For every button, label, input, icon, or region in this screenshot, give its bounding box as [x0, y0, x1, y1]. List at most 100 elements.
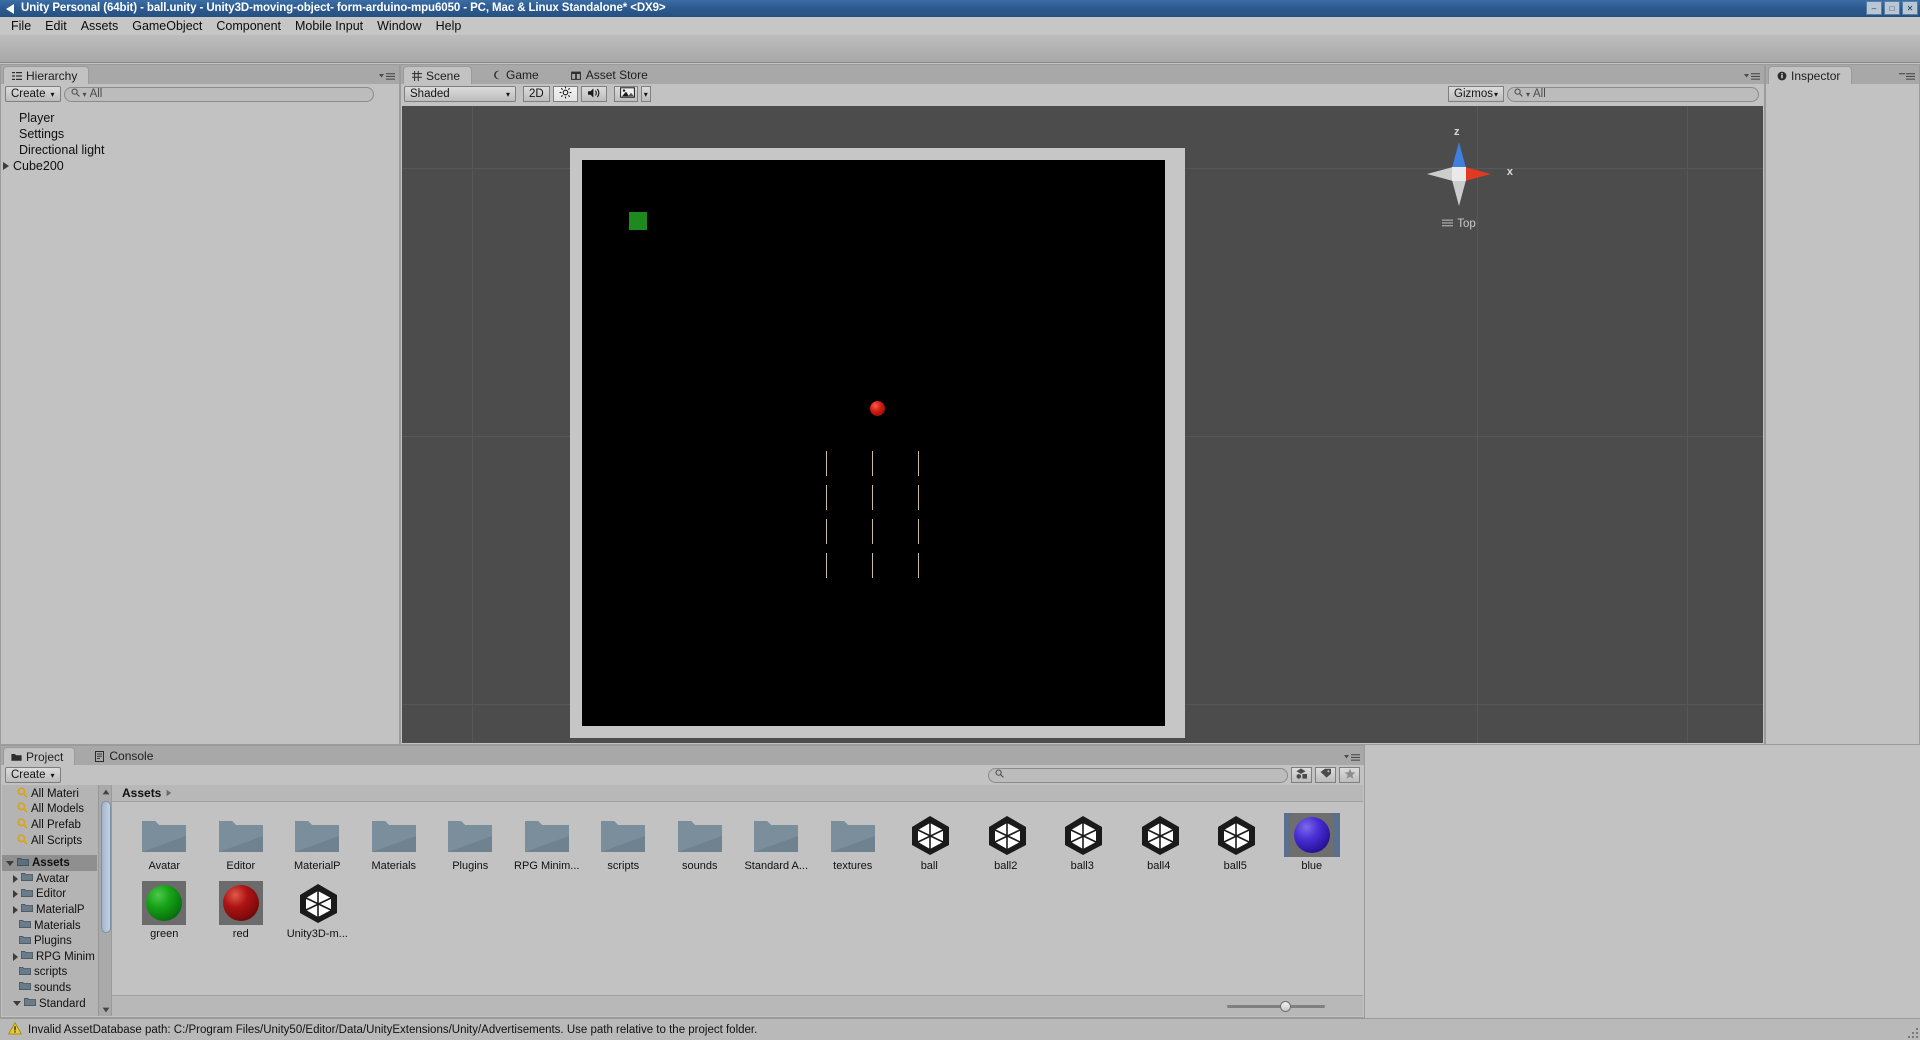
asset-item-plugins[interactable]: Plugins: [432, 813, 509, 875]
menu-help[interactable]: Help: [429, 17, 469, 35]
tab-asset-store[interactable]: Asset Store: [564, 66, 659, 84]
project-tree-standard-assets[interactable]: Standard: [2, 996, 97, 1012]
asset-item-ball5[interactable]: ball5: [1197, 813, 1274, 875]
hierarchy-search-input[interactable]: ▾ All: [63, 86, 374, 102]
draw-mode-dropdown[interactable]: Shaded ▾: [404, 86, 516, 102]
menu-mobile-input[interactable]: Mobile Input: [288, 17, 370, 35]
toggle-effects-button[interactable]: [613, 86, 638, 102]
menu-assets[interactable]: Assets: [74, 17, 126, 35]
hierarchy-item-label: Player: [19, 111, 55, 125]
tab-scene-label: Scene: [426, 68, 461, 83]
hierarchy-create-button[interactable]: Create ▾: [5, 86, 61, 102]
scroll-down-arrow-icon[interactable]: [99, 1003, 111, 1016]
project-tree-avatar[interactable]: Avatar: [2, 871, 97, 887]
asset-item-red[interactable]: red: [203, 881, 280, 943]
menu-edit[interactable]: Edit: [38, 17, 74, 35]
slider-knob[interactable]: [1280, 1001, 1291, 1012]
asset-item-ball4[interactable]: ball4: [1121, 813, 1198, 875]
maximize-button[interactable]: □: [1884, 1, 1900, 15]
project-tree-all-models[interactable]: All Models: [2, 802, 97, 818]
tab-scene[interactable]: Scene: [403, 66, 473, 84]
scene-canvas[interactable]: z x Top: [402, 106, 1763, 743]
chevron-right-icon[interactable]: [13, 952, 18, 961]
tab-hierarchy[interactable]: Hierarchy: [3, 66, 90, 84]
asset-item-textures[interactable]: textures: [815, 813, 892, 875]
gizmos-dropdown[interactable]: Gizmos ▾: [1448, 86, 1504, 102]
project-tree-materials[interactable]: Materials: [2, 918, 97, 934]
menu-window[interactable]: Window: [370, 17, 428, 35]
breadcrumb-assets[interactable]: Assets: [122, 786, 161, 800]
filter-by-type-icon: [1295, 768, 1308, 782]
project-tree-materialp[interactable]: MaterialP: [2, 902, 97, 918]
project-tree-all-scripts[interactable]: All Scripts: [2, 833, 97, 849]
project-tree-sounds[interactable]: sounds: [2, 980, 97, 996]
scene-panel-menu[interactable]: [1744, 72, 1760, 81]
filter-by-label-button[interactable]: [1315, 767, 1336, 783]
menu-component[interactable]: Component: [209, 17, 288, 35]
asset-item-standard-assets[interactable]: Standard A...: [738, 813, 815, 875]
minimize-button[interactable]: –: [1866, 1, 1882, 15]
scene-axis-gizmo[interactable]: z x: [1413, 126, 1513, 220]
hierarchy-item-player[interactable]: Player: [1, 110, 399, 126]
project-search-input[interactable]: [988, 767, 1288, 783]
chevron-right-icon[interactable]: [13, 905, 18, 914]
project-tree-editor[interactable]: Editor: [2, 887, 97, 903]
project-folder-tree[interactable]: All Materi All Models All Prefab All Scr…: [2, 785, 112, 1016]
menu-gameobject[interactable]: GameObject: [125, 17, 209, 35]
status-bar[interactable]: Invalid AssetDatabase path: C:/Program F…: [0, 1018, 1920, 1040]
filter-by-type-button[interactable]: [1291, 767, 1312, 783]
inspector-panel-menu[interactable]: [1899, 72, 1915, 81]
chevron-right-icon[interactable]: [13, 890, 18, 899]
asset-grid[interactable]: Avatar Editor MaterialP Materials Plugin…: [112, 803, 1363, 994]
project-tree-all-prefabs[interactable]: All Prefab: [2, 817, 97, 833]
resize-grip[interactable]: [1906, 1026, 1920, 1040]
status-message: Invalid AssetDatabase path: C:/Program F…: [28, 1023, 758, 1036]
toggle-audio-button[interactable]: [580, 86, 607, 102]
asset-item-blue[interactable]: blue: [1274, 813, 1351, 875]
project-create-button[interactable]: Create ▾: [5, 767, 61, 783]
asset-item-scripts[interactable]: scripts: [585, 813, 662, 875]
project-tree-scripts[interactable]: scripts: [2, 965, 97, 981]
effects-dropdown[interactable]: ▾: [640, 86, 651, 102]
favorites-button[interactable]: [1339, 767, 1360, 783]
scene-search-input[interactable]: ▾ All: [1507, 86, 1759, 102]
asset-item-green[interactable]: green: [126, 881, 203, 943]
tab-game[interactable]: Game: [484, 66, 550, 84]
menu-file[interactable]: File: [4, 17, 38, 35]
asset-item-rpg-minimap[interactable]: RPG Minim...: [509, 813, 586, 875]
hierarchy-item-directional-light[interactable]: Directional light: [1, 142, 399, 158]
chevron-down-icon[interactable]: [6, 860, 14, 866]
asset-item-avatar[interactable]: Avatar: [126, 813, 203, 875]
asset-item-editor[interactable]: Editor: [203, 813, 280, 875]
tab-console[interactable]: Console: [87, 747, 164, 765]
chevron-right-icon[interactable]: [3, 162, 9, 170]
toggle-lighting-button[interactable]: [552, 86, 578, 102]
game-render-surface[interactable]: [582, 160, 1165, 726]
close-button[interactable]: ✕: [1902, 1, 1918, 15]
asset-zoom-slider[interactable]: [1227, 1001, 1325, 1012]
hierarchy-item-settings[interactable]: Settings: [1, 126, 399, 142]
chevron-down-icon[interactable]: [13, 1001, 21, 1007]
asset-item-materials[interactable]: Materials: [356, 813, 433, 875]
asset-item-ball[interactable]: ball: [891, 813, 968, 875]
scrollbar-thumb[interactable]: [100, 801, 111, 933]
project-panel-menu[interactable]: [1344, 753, 1360, 762]
hierarchy-item-cube200[interactable]: Cube200: [1, 158, 399, 174]
project-tree-scrollbar[interactable]: [98, 785, 111, 1016]
tab-inspector[interactable]: Inspector: [1768, 66, 1853, 84]
asset-item-ball2[interactable]: ball2: [968, 813, 1045, 875]
asset-item-ball3[interactable]: ball3: [1044, 813, 1121, 875]
scene-view-mode-label[interactable]: Top: [1413, 218, 1505, 230]
asset-item-materialp[interactable]: MaterialP: [279, 813, 356, 875]
asset-item-unity3d-moving-object[interactable]: Unity3D-m...: [279, 881, 356, 943]
chevron-right-icon[interactable]: [13, 874, 18, 883]
hierarchy-panel-menu[interactable]: [379, 72, 395, 81]
toggle-2d-button[interactable]: 2D: [523, 86, 550, 102]
project-tree-rpg-minimap[interactable]: RPG Minim: [2, 949, 97, 965]
scroll-up-arrow-icon[interactable]: [99, 785, 111, 798]
project-tree-plugins[interactable]: Plugins: [2, 933, 97, 949]
project-tree-all-materials[interactable]: All Materi: [2, 786, 97, 802]
project-tree-assets[interactable]: Assets: [2, 855, 97, 871]
asset-item-sounds[interactable]: sounds: [662, 813, 739, 875]
tab-project[interactable]: Project: [3, 747, 76, 765]
